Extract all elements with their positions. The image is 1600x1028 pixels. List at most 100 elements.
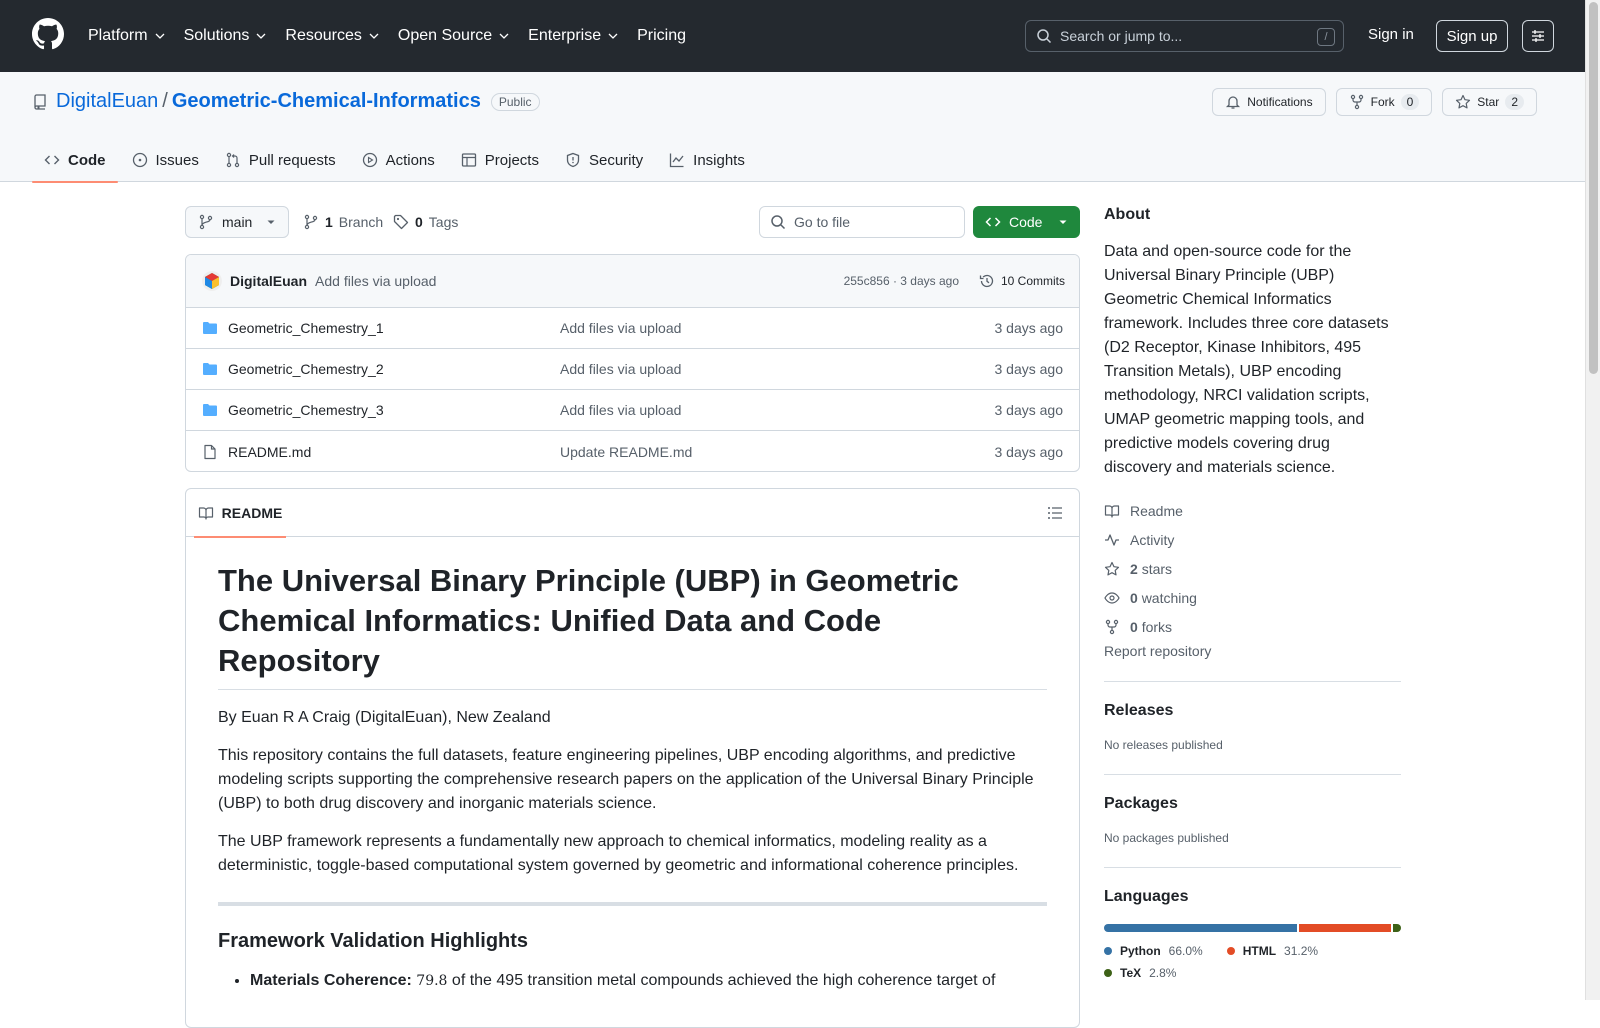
eye-icon [1104,591,1120,604]
nav-solutions[interactable]: Solutions [184,27,268,45]
tab-insights[interactable]: Insights [657,138,757,182]
file-row[interactable]: Geometric_Chemestry_1 Add files via uplo… [186,308,1079,349]
file-row[interactable]: Geometric_Chemestry_3 Add files via uplo… [186,390,1079,431]
readme-content: The Universal Binary Principle (UBP) in … [186,537,1079,1017]
readme-panel: README The Universal Binary Principle (U… [185,488,1080,1028]
code-dropdown-button[interactable]: Code [973,206,1080,238]
report-repository-link[interactable]: Report repository [1104,643,1401,682]
language-bar-segment-tex [1392,924,1401,932]
forks-link[interactable]: 0 forks [1104,612,1401,641]
file-name[interactable]: README.md [228,444,311,460]
fork-button[interactable]: Fork 0 [1335,88,1433,116]
nav-resources[interactable]: Resources [285,27,379,45]
readme-heading: Framework Validation Highlights [218,930,529,952]
visibility-badge: Public [490,92,540,111]
releases-empty-text: No releases published [1104,738,1223,752]
file-row[interactable]: README.md Update README.md 3 days ago [186,431,1079,471]
nav-platform[interactable]: Platform [88,27,166,45]
go-to-file-input[interactable]: Go to file [759,206,965,238]
file-date: 3 days ago [994,361,1064,377]
nav-pricing[interactable]: Pricing [637,27,686,45]
sign-up-button[interactable]: Sign up [1436,20,1508,52]
page-scrollbar[interactable] [1585,0,1600,1000]
file-commit-message[interactable]: Add files via upload [560,361,681,377]
language-item[interactable]: TeX 2.8% [1104,966,1176,980]
tab-pull-requests[interactable]: Pull requests [213,138,348,182]
repo-title: DigitalEuan / Geometric-Chemical-Informa… [32,90,540,113]
history-icon [979,274,994,288]
language-bar-segment-python [1104,924,1298,932]
commit-message[interactable]: Add files via upload [315,273,436,289]
commits-history-link[interactable]: 10 Commits [979,273,1065,289]
tags-link[interactable]: 0 Tags [393,214,458,230]
releases-heading[interactable]: Releases [1104,702,1401,720]
readme-tab[interactable]: README [194,489,286,538]
star-button[interactable]: Star 2 [1442,88,1537,116]
branch-selector[interactable]: main [185,206,289,238]
releases-section: Releases No releases published [1104,682,1401,775]
stars-link[interactable]: 2 stars [1104,554,1401,583]
shield-icon [566,152,580,168]
file-name[interactable]: Geometric_Chemestry_2 [228,361,384,377]
file-date: 3 days ago [994,320,1064,336]
tab-actions[interactable]: Actions [350,138,447,182]
language-color-dot [1226,947,1235,955]
file-commit-message[interactable]: Add files via upload [560,402,681,418]
languages-bar [1104,924,1401,932]
fork-icon [1350,94,1363,110]
avatar[interactable] [202,271,222,291]
packages-section: Packages No packages published [1104,775,1401,868]
repo-owner-link[interactable]: DigitalEuan [56,90,158,113]
file-name[interactable]: Geometric_Chemestry_3 [228,402,384,418]
nav-open-source[interactable]: Open Source [398,27,510,45]
fork-count: 0 [1400,94,1420,110]
fork-icon [1105,619,1119,634]
nav-enterprise[interactable]: Enterprise [528,27,619,45]
readme-title: The Universal Binary Principle (UBP) in … [218,561,1047,690]
file-name[interactable]: Geometric_Chemestry_1 [228,320,384,336]
commit-author[interactable]: DigitalEuan [230,273,307,289]
tab-code[interactable]: Code [32,138,118,183]
readme-paragraph: The UBP framework represents a fundament… [218,833,1019,874]
sign-in-link[interactable]: Sign in [1368,26,1414,43]
github-logo-icon[interactable] [32,18,64,50]
activity-link[interactable]: Activity [1104,525,1401,554]
pull-request-icon [226,152,240,168]
scrollbar-thumb[interactable] [1589,2,1598,374]
table-of-contents-icon[interactable] [1047,505,1063,521]
readme-list: Materials Coherence: 79.8 of the 495 tra… [250,969,1047,993]
readme-header: README [186,489,1079,538]
repo-icon [34,93,46,110]
language-bar-segment-html [1299,924,1391,932]
language-name: HTML [1242,944,1277,958]
repo-tabs: Code Issues Pull requests Actions Projec… [32,138,759,183]
file-toolbar: main 1 Branch 0 Tags Go to file Code [185,206,1080,238]
watchers-link[interactable]: 0 watching [1104,583,1401,612]
latest-commit: DigitalEuan Add files via upload 255c856… [186,255,1079,308]
file-commit-message[interactable]: Update README.md [560,444,692,460]
command-palette-button[interactable] [1522,20,1554,52]
tab-security[interactable]: Security [553,138,655,182]
issue-icon [132,152,147,168]
file-row[interactable]: Geometric_Chemestry_2 Add files via uplo… [186,349,1079,390]
chevron-down-icon [369,33,379,39]
book-icon [198,507,213,520]
tab-projects[interactable]: Projects [449,138,551,182]
branches-link[interactable]: 1 Branch [303,214,383,230]
packages-heading[interactable]: Packages [1104,795,1401,813]
tab-issues[interactable]: Issues [120,138,211,182]
notifications-button[interactable]: Notifications [1212,88,1326,116]
file-list: DigitalEuan Add files via upload 255c856… [185,254,1080,472]
caret-down-icon [267,220,275,224]
repo-name-link[interactable]: Geometric-Chemical-Informatics [172,90,481,113]
repo-header: DigitalEuan / Geometric-Chemical-Informa… [0,72,1585,183]
languages-heading: Languages [1104,888,1189,905]
code-icon [44,155,60,165]
file-commit-message[interactable]: Add files via upload [560,320,681,336]
language-item[interactable]: Python 66.0% [1104,944,1203,958]
readme-link[interactable]: Readme [1104,496,1401,525]
commit-meta[interactable]: 255c856 · 3 days ago [844,274,959,288]
language-item[interactable]: HTML 31.2% [1226,944,1318,958]
list-item: Materials Coherence: 79.8 of the 495 tra… [250,969,1047,993]
search-input[interactable]: Search or jump to... / [1025,20,1344,52]
